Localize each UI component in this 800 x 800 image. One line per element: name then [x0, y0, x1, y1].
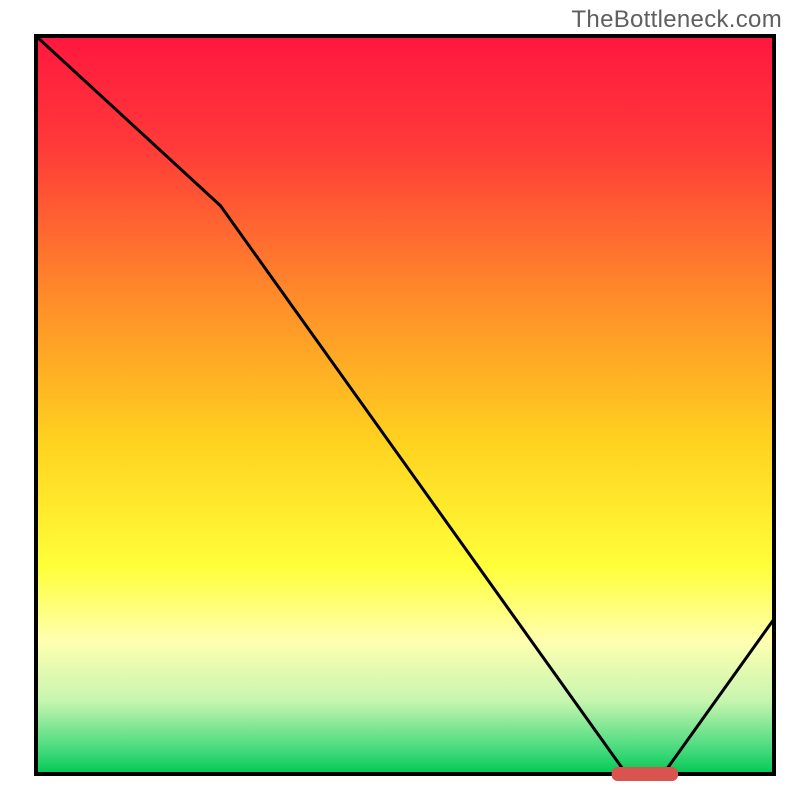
chart-container: TheBottleneck.com [0, 0, 800, 800]
plot-background [36, 36, 774, 774]
optimal-range-marker [612, 767, 678, 781]
bottleneck-chart [0, 0, 800, 800]
watermark-text: TheBottleneck.com [571, 6, 782, 34]
